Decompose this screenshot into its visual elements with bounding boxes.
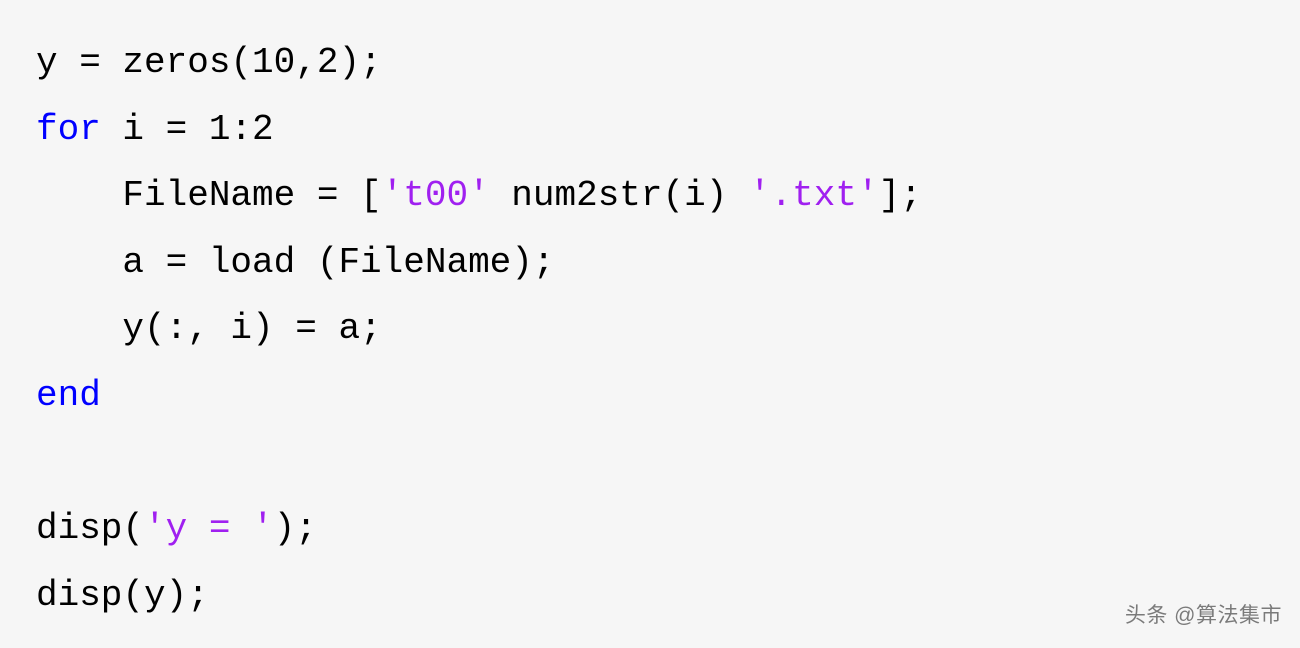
code-text: num2str(i) <box>490 175 749 216</box>
code-line: disp(y); <box>36 575 209 616</box>
code-text: i = 1:2 <box>101 109 274 150</box>
code-line: y = zeros(10,2); <box>36 42 382 83</box>
string-literal: 't00' <box>382 175 490 216</box>
code-text: FileName = [ <box>36 175 382 216</box>
code-text: ); <box>274 508 317 549</box>
watermark: 头条 @算法集市 <box>1125 597 1282 636</box>
code-text: disp( <box>36 508 144 549</box>
code-text: ]; <box>879 175 922 216</box>
keyword-for: for <box>36 109 101 150</box>
code-line: y(:, i) = a; <box>36 308 382 349</box>
code-block: y = zeros(10,2); for i = 1:2 FileName = … <box>36 30 1270 629</box>
keyword-end: end <box>36 375 101 416</box>
string-literal: 'y = ' <box>144 508 274 549</box>
string-literal: '.txt' <box>749 175 879 216</box>
code-line: a = load (FileName); <box>36 242 554 283</box>
